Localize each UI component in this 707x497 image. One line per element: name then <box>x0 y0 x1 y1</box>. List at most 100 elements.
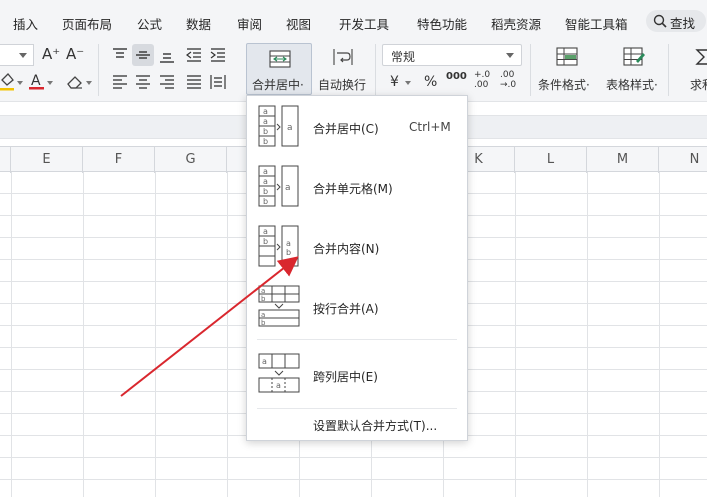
menu-item-label: 跨列居中(E) <box>313 370 378 384</box>
center-across-columns-icon: a a <box>258 353 300 393</box>
tab-data[interactable]: 数据 <box>186 14 211 33</box>
svg-text:a: a <box>263 117 268 126</box>
svg-text:b: b <box>263 237 268 246</box>
grid-line <box>155 172 156 497</box>
align-bottom-icon[interactable] <box>157 45 177 65</box>
search-icon <box>653 14 667 28</box>
merge-center-icon <box>269 50 291 68</box>
decrease-indent-icon[interactable] <box>184 45 204 65</box>
grid-line <box>659 172 660 497</box>
svg-text:a: a <box>262 357 267 366</box>
font-grow-icon[interactable]: A⁺ <box>42 45 60 63</box>
grid-line <box>515 172 516 497</box>
percent-format-button[interactable]: % <box>424 74 437 90</box>
align-right-icon[interactable] <box>157 72 177 92</box>
increase-indent-icon[interactable] <box>208 45 228 65</box>
fill-color-dropdown-icon[interactable] <box>17 81 23 85</box>
distributed-align-icon[interactable] <box>208 72 228 92</box>
clear-format-dropdown-icon[interactable] <box>86 81 92 85</box>
menu-divider <box>257 339 457 340</box>
svg-text:b: b <box>263 127 268 136</box>
svg-text:a: a <box>261 311 265 319</box>
menu-item-label: 合并单元格(M) <box>313 182 393 196</box>
column-header[interactable]: G <box>155 147 227 173</box>
grid-line <box>11 172 12 497</box>
table-style-label[interactable]: 表格样式· <box>606 76 658 93</box>
grid-line <box>587 172 588 497</box>
svg-text:b: b <box>263 197 268 206</box>
conditional-format-label[interactable]: 条件格式· <box>538 76 590 93</box>
conditional-format-icon[interactable] <box>556 47 578 67</box>
svg-text:b: b <box>263 187 268 196</box>
grid-line <box>83 172 84 497</box>
number-format-select[interactable]: 常规 <box>382 44 522 66</box>
tab-smart-toolbox[interactable]: 智能工具箱 <box>565 14 628 33</box>
justify-icon[interactable] <box>184 72 204 92</box>
menu-item-label: 合并内容(N) <box>313 242 380 256</box>
align-top-icon[interactable] <box>110 45 130 65</box>
tab-page-layout[interactable]: 页面布局 <box>62 14 112 33</box>
wrap-text-label[interactable]: 自动换行 <box>318 76 366 93</box>
menu-item-merge-by-row[interactable]: ab ab 按行合并(A) <box>247 278 467 336</box>
svg-text:a: a <box>263 107 268 116</box>
tab-insert[interactable]: 插入 <box>13 14 38 33</box>
merge-center-label: 合并居中· <box>252 78 304 92</box>
column-header[interactable]: N <box>659 147 707 173</box>
ribbon-separator <box>668 44 669 96</box>
merge-cells-icon: aabb a <box>258 165 299 207</box>
decrease-decimal-button[interactable]: .00 →.0 <box>500 70 520 90</box>
font-shrink-icon[interactable]: A⁻ <box>66 45 84 63</box>
merge-by-row-icon: ab ab <box>258 285 300 327</box>
currency-format-button[interactable]: ¥ <box>390 74 399 90</box>
menu-item-label: 合并居中(C) <box>313 122 379 136</box>
menu-item-merge-content[interactable]: ab ab 合并内容(N) <box>247 218 467 276</box>
tab-formulas[interactable]: 公式 <box>137 14 162 33</box>
align-center-icon[interactable] <box>133 72 153 92</box>
search-label: 查找 <box>670 16 696 31</box>
svg-text:a: a <box>263 177 268 186</box>
tab-docer-resources[interactable]: 稻壳资源 <box>491 14 541 33</box>
sum-label[interactable]: 求和 <box>690 76 707 93</box>
svg-text:A: A <box>31 73 41 89</box>
table-style-icon[interactable] <box>623 47 645 67</box>
svg-text:b: b <box>263 137 268 146</box>
column-header[interactable]: M <box>587 147 659 173</box>
align-middle-icon[interactable] <box>133 45 153 65</box>
svg-text:a: a <box>287 123 293 133</box>
font-color-dropdown-icon[interactable] <box>47 81 53 85</box>
svg-text:a: a <box>261 287 265 295</box>
tab-special-features[interactable]: 特色功能 <box>417 14 467 33</box>
font-size-select[interactable] <box>0 44 34 66</box>
tab-review[interactable]: 审阅 <box>237 14 262 33</box>
menu-item-set-default-merge[interactable]: 设置默认合并方式(T)... <box>247 410 467 438</box>
column-header[interactable]: F <box>83 147 155 173</box>
sum-icon[interactable] <box>694 47 707 67</box>
font-color-icon[interactable]: A <box>28 72 48 92</box>
align-left-icon[interactable] <box>110 72 130 92</box>
search-button[interactable]: 查找 <box>646 10 706 32</box>
column-header-partial[interactable] <box>0 147 11 173</box>
number-format-value: 常规 <box>391 50 416 64</box>
merge-options-menu: aabb a 合并居中(C) Ctrl+M aabb a 合并单元格(M) a … <box>246 95 468 441</box>
svg-text:b: b <box>261 319 266 327</box>
clear-format-icon[interactable] <box>65 72 85 92</box>
column-header[interactable]: E <box>11 147 83 173</box>
increase-decimal-button[interactable]: +.0 .00 <box>474 70 494 90</box>
merge-center-icon: aabb a <box>258 105 299 147</box>
wrap-text-icon[interactable] <box>332 47 353 67</box>
grid-line <box>227 172 228 497</box>
currency-dropdown-icon[interactable] <box>405 81 411 85</box>
menu-item-merge-center[interactable]: aabb a 合并居中(C) Ctrl+M <box>247 98 467 156</box>
tab-view[interactable]: 视图 <box>286 14 311 33</box>
svg-text:a: a <box>263 167 268 176</box>
menu-item-center-across-columns[interactable]: a a 跨列居中(E) <box>247 346 467 404</box>
merge-center-button[interactable]: 合并居中· <box>246 43 312 95</box>
tab-developer-tools[interactable]: 开发工具 <box>339 14 389 33</box>
svg-text:a: a <box>276 381 281 390</box>
menu-item-label: 设置默认合并方式(T)... <box>313 419 438 433</box>
thousands-separator-button[interactable]: 000 <box>446 71 467 82</box>
ribbon-separator <box>98 44 99 96</box>
svg-text:b: b <box>286 248 291 257</box>
menu-item-merge-cells[interactable]: aabb a 合并单元格(M) <box>247 158 467 216</box>
column-header[interactable]: L <box>515 147 587 173</box>
